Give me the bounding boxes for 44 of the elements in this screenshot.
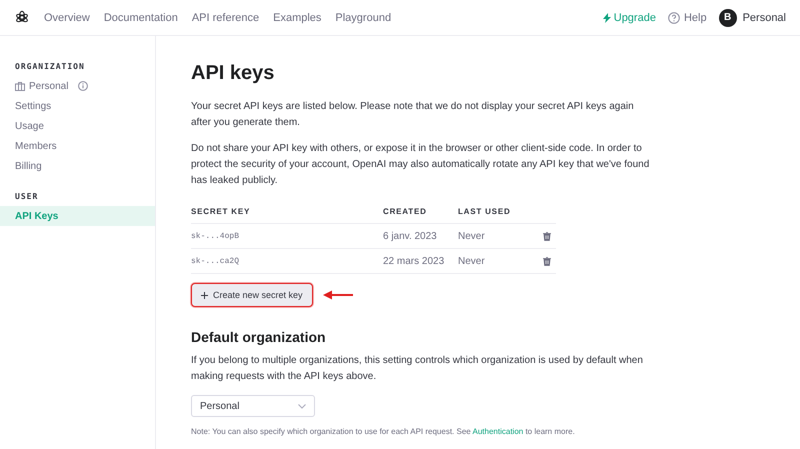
key-cell-text: sk-...4opB	[191, 232, 240, 240]
trash-icon[interactable]	[543, 232, 551, 240]
arrow-icon	[322, 290, 353, 300]
help-icon	[668, 12, 680, 24]
nav-link[interactable]: Examples	[273, 12, 322, 24]
organization-select[interactable]: Personal	[191, 395, 315, 417]
authentication-link[interactable]: Authentication	[472, 427, 524, 436]
section-title: Default organization	[191, 329, 327, 345]
account-name[interactable]: Personal	[742, 12, 786, 24]
sidebar-item[interactable]: API Keys	[0, 206, 155, 226]
building-icon	[15, 82, 25, 90]
avatar[interactable]: B	[718, 8, 737, 26]
plus-icon	[201, 292, 208, 298]
nav-link[interactable]: Overview	[44, 12, 90, 24]
description-text: Do not share your API key with others, or expose it in the browser or other client-side code. In order to protect the security of your account, OpenAI may also automatically rotate any API key that we've found has leaked publicly.	[191, 142, 650, 188]
note-text: Note: You can also specify which organization to use for each API request. See Authentication to learn more.	[191, 427, 576, 436]
chevron-down-icon	[298, 404, 306, 408]
nav-link[interactable]: API reference	[192, 12, 260, 24]
section-heading: USER	[14, 192, 40, 201]
date-cell-text: 6 janv. 2023	[383, 230, 438, 242]
sidebar-item[interactable]: Settings	[0, 96, 155, 116]
column-header: SECRET KEY	[191, 206, 252, 216]
column-header: CREATED	[383, 206, 428, 216]
key-cell-text: sk-...ca2Q	[191, 256, 240, 266]
upgrade-link[interactable]: Upgrade	[602, 12, 656, 24]
sidebar-item[interactable]: Billing	[0, 156, 155, 176]
info-icon[interactable]	[78, 81, 88, 91]
trash-icon[interactable]	[543, 256, 551, 266]
lightning-icon	[602, 12, 611, 22]
help-link[interactable]: Help	[668, 12, 707, 24]
nav-link[interactable]: Playground	[335, 12, 392, 24]
sidebar-item[interactable]: Personal	[0, 76, 155, 96]
last-used-cell-text: Never	[458, 256, 486, 266]
create-key-button[interactable]: Create new secret key	[191, 283, 313, 307]
description-text: If you belong to multiple organizations, this setting controls which organization is used by default when making requests with the API keys above.	[191, 354, 644, 384]
sidebar-item[interactable]: Usage	[0, 116, 155, 136]
sidebar-item[interactable]: Members	[0, 136, 155, 156]
nav-link[interactable]: Documentation	[104, 12, 178, 24]
date-cell-text: 22 mars 2023	[383, 256, 446, 266]
page-title: API keys	[191, 62, 276, 85]
section-heading: ORGANIZATION	[14, 62, 86, 71]
description-text: Your secret API keys are listed below. Please note that we do not display your secret API keys again after you generate them.	[191, 100, 635, 130]
last-used-cell-text: Never	[458, 230, 486, 242]
column-header: LAST USED	[458, 206, 512, 216]
